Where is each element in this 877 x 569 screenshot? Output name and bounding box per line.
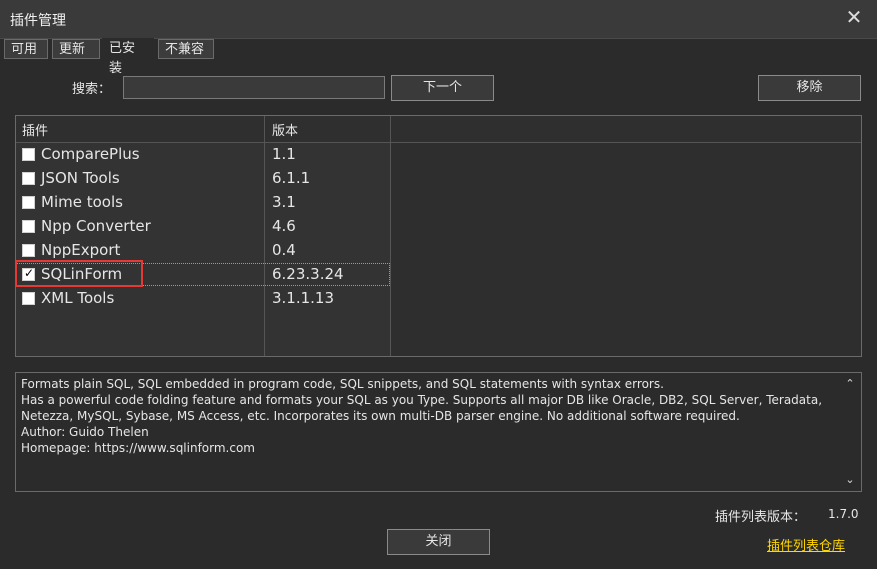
scroll-up-icon[interactable]: ⌃: [843, 377, 857, 391]
header-version[interactable]: 版本: [272, 120, 298, 139]
plugin-row-mime-tools[interactable]: Mime tools 3.1: [16, 191, 390, 214]
tab-available[interactable]: 可用: [4, 39, 48, 59]
description-line: Formats plain SQL, SQL embedded in progr…: [21, 377, 664, 391]
checkmark-icon: ✓: [24, 266, 35, 280]
plugin-row-xml-tools[interactable]: XML Tools 3.1.1.13: [16, 287, 390, 310]
tab-updates[interactable]: 更新: [52, 39, 100, 59]
plugin-version: 1.1: [272, 145, 296, 163]
plugin-version: 6.1.1: [272, 169, 311, 187]
plugin-checkbox[interactable]: [22, 148, 35, 161]
plugin-list[interactable]: 插件 版本 ComparePlus 1.1 JSON Tools 6.1.1 M…: [15, 115, 862, 357]
plugin-checkbox[interactable]: [22, 196, 35, 209]
plugin-checkbox[interactable]: [22, 244, 35, 257]
plugin-row-npp-converter[interactable]: Npp Converter 4.6: [16, 215, 390, 238]
plugin-name: Npp Converter: [41, 217, 151, 235]
search-label: 搜索：: [72, 82, 112, 97]
close-icon[interactable]: ✕: [843, 6, 865, 28]
column-divider: [390, 116, 391, 356]
plugin-name: ComparePlus: [41, 145, 140, 163]
plugin-checkbox[interactable]: [22, 292, 35, 305]
remove-button[interactable]: 移除: [758, 75, 861, 101]
plugin-version: 3.1: [272, 193, 296, 211]
list-version-label: 插件列表版本：: [715, 510, 807, 525]
repo-link[interactable]: 插件列表仓库: [767, 535, 845, 554]
plugin-name: JSON Tools: [41, 169, 120, 187]
plugin-name: SQLinForm: [41, 265, 123, 283]
plugin-checkbox[interactable]: [22, 172, 35, 185]
description-text: Formats plain SQL, SQL embedded in progr…: [21, 376, 836, 456]
tab-incompatible[interactable]: 不兼容: [158, 39, 214, 59]
plugin-version: 0.4: [272, 241, 296, 259]
plugin-row-nppexport[interactable]: NppExport 0.4: [16, 239, 390, 262]
plugin-name: Mime tools: [41, 193, 123, 211]
plugin-version: 3.1.1.13: [272, 289, 335, 307]
description-panel[interactable]: Formats plain SQL, SQL embedded in progr…: [15, 372, 862, 492]
description-line: Netezza, MySQL, Sybase, MS Access, etc. …: [21, 409, 740, 423]
plugin-version: 6.23.3.24: [272, 265, 344, 283]
plugin-row-sqlinform[interactable]: ✓ SQLinForm 6.23.3.24: [16, 263, 390, 286]
next-button[interactable]: 下一个: [391, 75, 494, 101]
description-line: Author: Guido Thelen: [21, 425, 149, 439]
plugin-checkbox[interactable]: [22, 220, 35, 233]
close-button[interactable]: 关闭: [387, 529, 490, 555]
title-bar: 插件管理 ✕: [0, 0, 877, 39]
plugin-row-compareplus[interactable]: ComparePlus 1.1: [16, 143, 390, 166]
search-input[interactable]: [123, 76, 385, 99]
window-title: 插件管理: [10, 13, 66, 29]
header-plugin[interactable]: 插件: [22, 120, 48, 139]
plugin-checkbox[interactable]: ✓: [22, 266, 35, 281]
plugin-name: NppExport: [41, 241, 121, 259]
description-line: Has a powerful code folding feature and …: [21, 393, 823, 407]
list-version-value: 1.7.0: [828, 507, 859, 521]
description-line: Homepage: https://www.sqlinform.com: [21, 441, 255, 455]
list-header: 插件 版本: [16, 116, 861, 143]
tab-installed[interactable]: 已安装: [102, 38, 154, 76]
scroll-down-icon[interactable]: ⌄: [843, 473, 857, 487]
plugin-version: 4.6: [272, 217, 296, 235]
plugin-row-json-tools[interactable]: JSON Tools 6.1.1: [16, 167, 390, 190]
plugin-name: XML Tools: [41, 289, 115, 307]
